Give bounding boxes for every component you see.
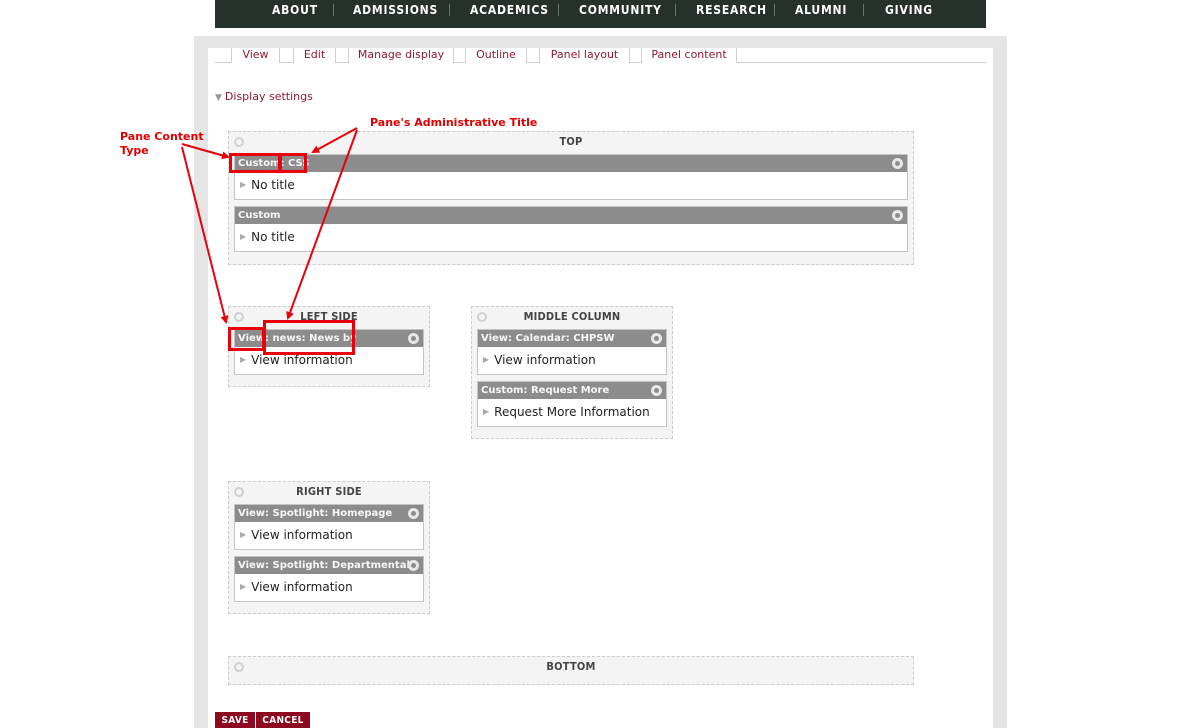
expand-triangle-icon: ▶ — [240, 232, 247, 241]
pane-body[interactable]: ▶ Request More Information — [483, 405, 650, 419]
pane-body-label: Request More Information — [494, 405, 650, 419]
region-bottom: BOTTOM — [228, 656, 914, 685]
expand-triangle-icon: ▶ — [240, 530, 247, 539]
tab-bar: View Edit Manage display Outline Panel l… — [215, 47, 986, 63]
nav-separator — [558, 4, 559, 16]
pane-header-text: View: Spotlight: Departmental — [238, 558, 410, 573]
expand-triangle-icon: ▶ — [240, 180, 247, 189]
collapse-triangle-icon: ▼ — [215, 93, 222, 103]
save-button[interactable]: SAVE — [215, 712, 255, 728]
gear-icon[interactable] — [408, 508, 419, 519]
pane: View: Spotlight: Departmental ▶ View info… — [234, 556, 424, 602]
nav-admissions[interactable]: ADMISSIONS — [353, 2, 438, 18]
pane-body-label: No title — [251, 230, 295, 244]
nav-separator — [863, 4, 864, 16]
tab-manage-display[interactable]: Manage display — [348, 48, 454, 63]
pane: View: Calendar: CHPSW ▶ View information — [477, 329, 667, 375]
pane-body[interactable]: ▶ No title — [240, 230, 295, 244]
gear-icon[interactable] — [651, 385, 662, 396]
nav-community[interactable]: COMMUNITY — [579, 2, 662, 18]
nav-separator — [774, 4, 775, 16]
cancel-button[interactable]: CANCEL — [256, 712, 310, 728]
pane-body-label: View information — [494, 353, 596, 367]
gear-icon[interactable] — [892, 210, 903, 221]
nav-separator — [449, 4, 450, 16]
pane-header-text: Custom — [238, 208, 280, 223]
display-settings-toggle[interactable]: ▼ Display settings — [215, 90, 313, 103]
pane-body[interactable]: ▶ View information — [483, 353, 596, 367]
nav-about[interactable]: ABOUT — [272, 2, 318, 18]
pane-header-text: View: Calendar: CHPSW — [481, 331, 615, 346]
pane: Custom: Request More ▶ Request More Infor… — [477, 381, 667, 427]
gear-icon[interactable] — [651, 333, 662, 344]
pane-content-type: View: — [238, 508, 270, 519]
expand-triangle-icon: ▶ — [240, 582, 247, 591]
pane-header[interactable]: Custom — [235, 207, 907, 224]
pane: Custom ▶ No title — [234, 206, 908, 252]
pane-content-type: View: — [481, 333, 513, 344]
nav-research[interactable]: RESEARCH — [696, 2, 767, 18]
pane-content-type: Custom: — [481, 385, 528, 396]
pane-body-label: No title — [251, 178, 295, 192]
region-right-side: RIGHT SIDE View: Spotlight: Homepage ▶ Vi… — [228, 481, 430, 614]
annotation-content-type-label: Pane Content Type — [120, 130, 204, 157]
pane-header[interactable]: View: Spotlight: Departmental — [235, 557, 423, 574]
pane-header[interactable]: View: Calendar: CHPSW — [478, 330, 666, 347]
region-title: BOTTOM — [546, 660, 596, 673]
pane-header-text: View: Spotlight: Homepage — [238, 506, 392, 521]
display-settings-label: Display settings — [224, 90, 313, 103]
pane-header-text: Custom: Request More — [481, 383, 609, 398]
pane: View: Spotlight: Homepage ▶ View informat… — [234, 504, 424, 550]
pane-content-type: View: — [238, 560, 270, 571]
pane-body-label: View information — [251, 353, 353, 367]
nav-alumni[interactable]: ALUMNI — [795, 2, 847, 18]
pane-admin-title: Spotlight: Departmental — [272, 560, 410, 571]
pane-body[interactable]: ▶ No title — [240, 178, 295, 192]
pane-header[interactable]: View: Spotlight: Homepage — [235, 505, 423, 522]
annotation-box-admin-title — [279, 153, 307, 173]
pane-body[interactable]: ▶ View information — [240, 528, 353, 542]
region-title: MIDDLE COLUMN — [523, 310, 621, 323]
annotation-box-content-type — [229, 153, 281, 173]
pane-body[interactable]: ▶ View information — [240, 353, 353, 367]
region-top: TOP Custom: CSS ▶ No title Custom ▶ No tit… — [228, 131, 914, 265]
expand-triangle-icon: ▶ — [483, 355, 490, 364]
nav-giving[interactable]: GIVING — [885, 2, 933, 18]
pane-admin-title: Request More — [530, 385, 610, 396]
region-middle-column: MIDDLE COLUMN View: Calendar: CHPSW ▶ Vie… — [471, 306, 673, 439]
tab-edit[interactable]: Edit — [293, 48, 336, 63]
tab-view[interactable]: View — [231, 48, 280, 63]
pane-body-label: View information — [251, 580, 353, 594]
gear-icon[interactable] — [408, 333, 419, 344]
pane-content-type: Custom — [238, 210, 281, 221]
annotation-box-content-type — [228, 327, 265, 351]
pane: Custom: CSS ▶ No title — [234, 154, 908, 200]
nav-academics[interactable]: ACADEMICS — [470, 2, 549, 18]
pane-header[interactable]: Custom: Request More — [478, 382, 666, 399]
nav-separator — [675, 4, 676, 16]
pane-header[interactable]: Custom: CSS — [235, 155, 907, 172]
gear-icon[interactable] — [408, 560, 419, 571]
top-navigation: ABOUT ADMISSIONS ACADEMICS COMMUNITY RES… — [215, 0, 986, 28]
region-title: TOP — [559, 135, 583, 148]
expand-triangle-icon: ▶ — [240, 355, 247, 364]
tab-panel-layout[interactable]: Panel layout — [539, 48, 630, 63]
gear-icon[interactable] — [892, 158, 903, 169]
annotation-box-admin-title — [263, 320, 355, 355]
region-title: RIGHT SIDE — [296, 485, 362, 498]
tab-outline[interactable]: Outline — [465, 48, 527, 63]
nav-separator — [333, 4, 334, 16]
expand-triangle-icon: ▶ — [483, 407, 490, 416]
annotation-admin-title-label: Pane's Administrative Title — [370, 116, 538, 129]
pane-body-label: View information — [251, 528, 353, 542]
tab-panel-content[interactable]: Panel content — [641, 48, 737, 63]
pane-body[interactable]: ▶ View information — [240, 580, 353, 594]
pane-admin-title: Calendar: CHPSW — [515, 333, 615, 344]
pane-admin-title: Spotlight: Homepage — [272, 508, 393, 519]
